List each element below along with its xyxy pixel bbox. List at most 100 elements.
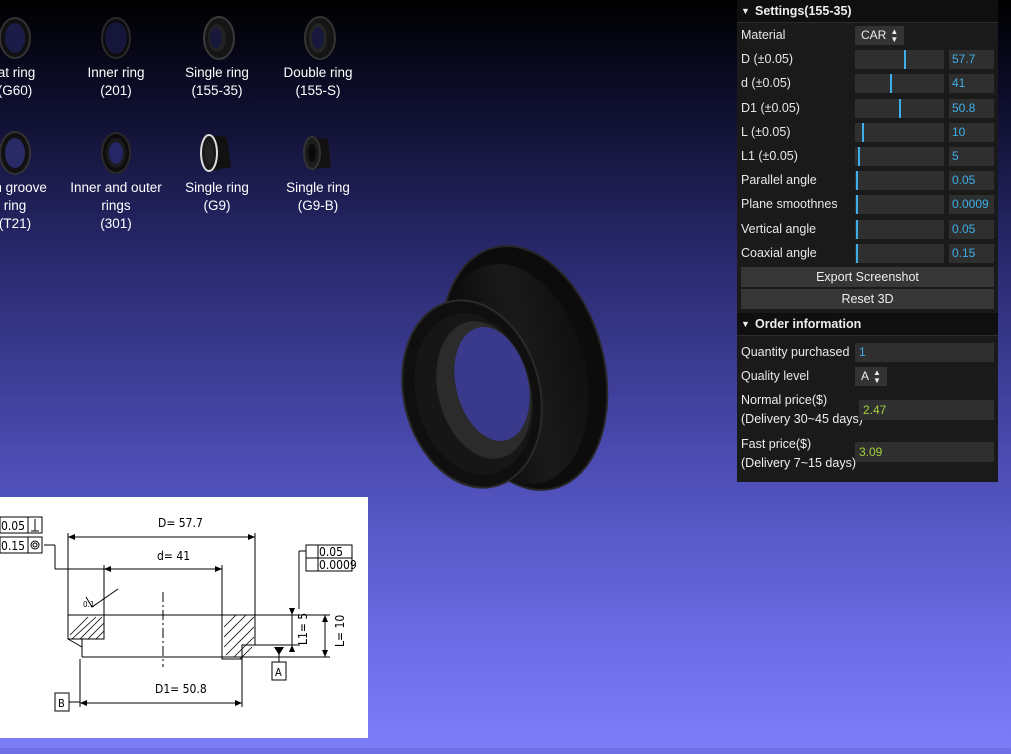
datum-a: A — [275, 666, 282, 679]
param-row: Vertical angle 0.05 — [737, 217, 998, 241]
param-slider[interactable] — [855, 122, 944, 142]
quality-label: Quality level — [741, 369, 810, 384]
param-input[interactable]: 0.05 — [949, 171, 994, 191]
material-select[interactable]: CAR ▲ ▼ — [855, 26, 905, 45]
quality-select[interactable]: A ▲ ▼ — [855, 367, 887, 387]
param-label: Parallel angle — [741, 173, 817, 188]
slider-handle[interactable] — [858, 146, 860, 166]
updown-icon: ▲ ▼ — [873, 367, 881, 385]
slider-handle[interactable] — [899, 98, 901, 118]
param-slider[interactable] — [855, 98, 944, 118]
reset-3d-button[interactable]: Reset 3D — [741, 288, 994, 309]
param-label: Plane smoothnes — [741, 197, 838, 212]
param-input[interactable]: 57.7 — [949, 50, 994, 70]
param-slider[interactable] — [855, 74, 944, 94]
param-row: L (±0.05) 10 — [737, 120, 998, 144]
thumb-single-ring-g9[interactable]: Single ring (G9) — [167, 127, 267, 215]
normal-price-value: 2.47 — [859, 400, 994, 421]
quantity-row: Quantity purchased 1 — [737, 340, 998, 364]
param-input[interactable]: 50.8 — [949, 98, 994, 118]
param-slider[interactable] — [855, 146, 944, 166]
tolerance-parallel: 0.05 — [1, 519, 25, 533]
param-label: Coaxial angle — [741, 245, 817, 260]
thumb-label: Single ring — [286, 180, 350, 195]
thumb-inner-outer-rings[interactable]: Inner and outer rings (301) — [66, 127, 166, 233]
slider-handle[interactable] — [856, 219, 858, 239]
ring-icon — [303, 136, 331, 170]
thumb-single-ring-155-35[interactable]: Single ring (155-35) — [167, 12, 267, 100]
quantity-input[interactable]: 1 — [855, 342, 994, 362]
ring-3d-viewport[interactable] — [392, 244, 612, 500]
param-slider[interactable] — [855, 195, 944, 215]
param-input[interactable]: 5 — [949, 146, 994, 166]
thumb-label: (155-S) — [295, 83, 341, 98]
quality-value: A — [861, 369, 870, 384]
export-screenshot-button[interactable]: Export Screenshot — [741, 266, 994, 287]
roughness-label: 0.1 — [83, 600, 94, 609]
param-input[interactable]: 0.0009 — [949, 195, 994, 215]
normal-price-row: Normal price($) (Delivery 30~45 days) 2.… — [737, 388, 998, 432]
thumb-single-ring-g9-b[interactable]: Single ring (G9-B) — [268, 127, 368, 215]
thumb-inner-ring[interactable]: Inner ring (201) — [66, 12, 166, 100]
param-row: L1 (±0.05) 5 — [737, 144, 998, 168]
param-label: L (±0.05) — [741, 124, 791, 139]
thumb-label: (G9-B) — [297, 198, 339, 213]
chevron-down-icon: ▼ — [741, 6, 750, 16]
ring-icon — [0, 17, 31, 59]
thumb-label: (T21) — [0, 216, 32, 231]
thumb-label: um groove — [0, 180, 47, 195]
slider-handle[interactable] — [856, 243, 858, 263]
param-label: L1 (±0.05) — [741, 149, 798, 164]
dim-L: L= 10 — [333, 615, 347, 647]
param-input[interactable]: 10 — [949, 122, 994, 142]
param-row: d (±0.05) 41 — [737, 71, 998, 95]
ring-icon — [0, 131, 31, 175]
fast-price-row: Fast price($) (Delivery 7~15 days) 3.09 — [737, 432, 998, 476]
slider-handle[interactable] — [856, 171, 858, 191]
settings-title: Settings(155-35) — [755, 4, 852, 18]
status-strip — [0, 748, 1011, 754]
dim-D: D= 57.7 — [158, 516, 203, 530]
thumb-label: (G9) — [203, 198, 231, 213]
technical-drawing: 0.05 0.15 D= 57.7 d= 41 D1= 50.8 0.05 0.… — [0, 497, 368, 738]
thumb-label: (301) — [100, 216, 132, 231]
slider-handle[interactable] — [890, 74, 892, 94]
ring-icon — [101, 132, 131, 174]
param-slider[interactable] — [855, 50, 944, 70]
thumb-label: lat ring — [0, 65, 36, 80]
quality-row: Quality level A ▲ ▼ — [737, 364, 998, 388]
param-input[interactable]: 0.05 — [949, 219, 994, 239]
thumb-label: ring — [3, 198, 27, 213]
order-title: Order information — [755, 316, 862, 331]
dim-L1: L1= 5 — [296, 613, 310, 645]
quantity-label: Quantity purchased — [741, 344, 850, 359]
thumb-groove-ring[interactable]: um groove ring (T21) — [0, 127, 65, 233]
param-slider[interactable] — [855, 171, 944, 191]
param-row: D (±0.05) 57.7 — [737, 47, 998, 71]
tolerance-coaxial: 0.15 — [1, 539, 25, 553]
ring-icon — [200, 134, 231, 172]
settings-header[interactable]: ▼ Settings(155-35) — [737, 0, 998, 23]
param-slider[interactable] — [855, 243, 944, 263]
thumb-double-ring[interactable]: Double ring (155-S) — [268, 12, 368, 100]
thumb-label: (201) — [100, 83, 132, 98]
thumb-flat-ring[interactable]: lat ring (G60) — [0, 12, 65, 100]
fast-price-value: 3.09 — [855, 442, 994, 463]
tolerance-flat-1: 0.05 — [319, 545, 343, 559]
thumb-label: rings — [101, 198, 131, 213]
chevron-down-icon: ▼ — [741, 318, 750, 329]
param-input[interactable]: 41 — [949, 74, 994, 94]
param-row: D1 (±0.05) 50.8 — [737, 96, 998, 120]
thumb-label: (155-35) — [191, 83, 243, 98]
slider-handle[interactable] — [862, 122, 864, 142]
dim-D1: D1= 50.8 — [155, 682, 207, 696]
settings-panel: ▼ Settings(155-35) Material CAR ▲ ▼ D (±0… — [737, 0, 998, 482]
param-slider[interactable] — [855, 219, 944, 239]
slider-handle[interactable] — [904, 50, 906, 70]
param-rows: D (±0.05) 57.7 d (±0.05) 41 D1 (±0.05) 50.8… — [737, 47, 998, 265]
order-header[interactable]: ▼ Order information — [737, 312, 998, 336]
material-value: CAR — [861, 28, 887, 42]
param-input[interactable]: 0.15 — [949, 243, 994, 263]
slider-handle[interactable] — [856, 195, 858, 215]
param-label: d (±0.05) — [741, 76, 791, 91]
